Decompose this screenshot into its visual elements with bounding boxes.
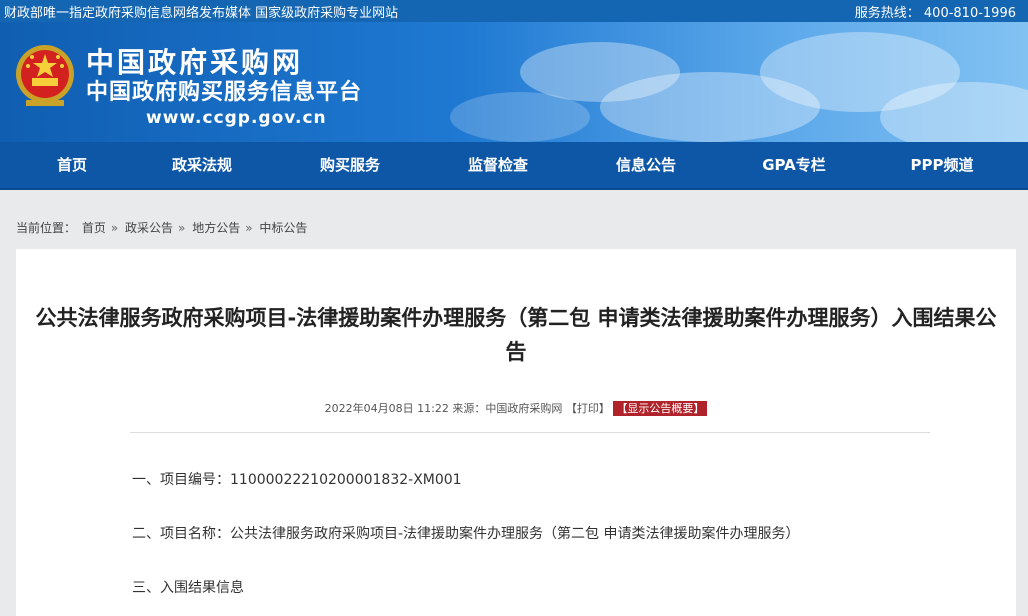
breadcrumb-separator-icon: » <box>245 221 253 235</box>
site-subtitle: 中国政府购买服务信息平台 <box>86 80 363 105</box>
nav-announcements[interactable]: 信息公告 <box>586 142 706 188</box>
article-meta: 2022年04月08日 11:22 来源：中国政府采购网 【打印】 【显示公告概… <box>16 400 1016 416</box>
site-title: 中国政府采购网 <box>86 46 304 79</box>
site-banner: 中国政府采购网 中国政府购买服务信息平台 www.ccgp.gov.cn <box>0 22 1028 142</box>
breadcrumb-item-local[interactable]: 地方公告 <box>192 221 240 235</box>
breadcrumb-item-home[interactable]: 首页 <box>82 221 106 235</box>
result-info-heading: 三、入围结果信息 <box>132 580 244 596</box>
breadcrumb-item-award[interactable]: 中标公告 <box>259 221 307 235</box>
publish-info: 2022年04月08日 11:22 来源：中国政府采购网 <box>324 402 563 415</box>
breadcrumb-separator-icon: » <box>110 221 119 235</box>
project-name: 二、项目名称：公共法律服务政府采购项目-法律援助案件办理服务（第二包 申请类法律… <box>132 526 800 542</box>
nav-regulations[interactable]: 政采法规 <box>142 142 262 188</box>
print-link[interactable]: 【打印】 <box>566 402 610 415</box>
project-number: 一、项目编号：11000022210200001832-XM001 <box>132 472 462 488</box>
show-summary-button[interactable]: 【显示公告概要】 <box>613 401 708 416</box>
nav-ppp[interactable]: PPP频道 <box>882 142 1002 188</box>
site-url: www.ccgp.gov.cn <box>146 108 327 128</box>
breadcrumb-prefix: 当前位置： <box>16 221 77 235</box>
breadcrumb: 当前位置： 首页 » 政采公告 » 地方公告 » 中标公告 <box>16 219 309 236</box>
main-navigation: 首页 政采法规 购买服务 监督检查 信息公告 GPA专栏 PPP频道 <box>0 142 1028 190</box>
service-hotline: 服务热线： 400-810-1996 <box>854 6 1016 21</box>
nav-gpa[interactable]: GPA专栏 <box>734 142 854 188</box>
breadcrumb-separator-icon: » <box>178 221 186 235</box>
national-emblem-icon <box>16 45 74 106</box>
article-title: 公共法律服务政府采购项目-法律援助案件办理服务（第二包 申请类法律援助案件办理服… <box>35 306 997 364</box>
top-info-bar: 财政部唯一指定政府采购信息网络发布媒体 国家级政府采购专业网站 服务热线： 40… <box>0 0 1028 22</box>
article-panel: 公共法律服务政府采购项目-法律援助案件办理服务（第二包 申请类法律援助案件办理服… <box>16 249 1016 616</box>
breadcrumb-item-gov-procurement[interactable]: 政采公告 <box>125 221 173 235</box>
divider <box>130 432 930 433</box>
nav-home[interactable]: 首页 <box>12 142 132 188</box>
top-info-text: 财政部唯一指定政府采购信息网络发布媒体 国家级政府采购专业网站 <box>4 6 399 21</box>
nav-supervision[interactable]: 监督检查 <box>438 142 558 188</box>
nav-purchase-services[interactable]: 购买服务 <box>290 142 410 188</box>
